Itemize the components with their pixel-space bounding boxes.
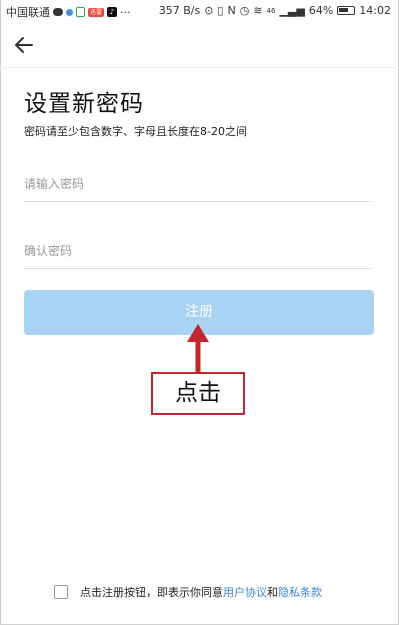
vibrate-icon: ▯ — [217, 4, 224, 17]
signal-icon: ▁▃▅ — [279, 4, 305, 17]
status-bar: 中国联通 迅雷 ♪ ··· 357 B/s ⊙ ▯ N ◷ ≋ 46 ▁▃▅ 6… — [0, 0, 399, 22]
clock: 14:02 — [359, 4, 391, 17]
annotation-arrow — [187, 324, 209, 372]
battery-icon — [337, 6, 356, 15]
battery-percent: 64% — [308, 4, 334, 17]
alarm-icon: ◷ — [239, 4, 250, 17]
signal-type: 46 — [266, 6, 276, 15]
password-field — [24, 166, 371, 202]
password-hint: 密码请至少包含数字、字母且长度在8-20之间 — [24, 125, 247, 138]
agreement-prefix: 点击注册按钮，即表示你同意 — [80, 586, 223, 599]
carrier-name: 中国联通 — [6, 6, 50, 19]
confirm-password-field — [24, 233, 371, 269]
more-icon: ··· — [120, 5, 131, 19]
agreement-row: 点击注册按钮，即表示你同意 用户协议 和 隐私条款 — [54, 584, 322, 600]
agreement-and: 和 — [267, 586, 278, 599]
app-badge-icon: 迅雷 — [88, 7, 105, 17]
network-speed: 357 B/s — [158, 4, 201, 17]
status-left: 中国联通 迅雷 ♪ ··· — [6, 4, 131, 20]
agree-checkbox[interactable] — [54, 585, 68, 599]
arrow-left-icon[interactable] — [12, 32, 38, 58]
notification-dot-icon — [66, 8, 73, 16]
confirm-password-input[interactable] — [24, 233, 371, 268]
wifi-icon: ≋ — [253, 4, 263, 17]
location-icon: ⊙ — [204, 4, 214, 17]
password-input[interactable] — [24, 166, 371, 201]
nav-divider — [0, 67, 399, 68]
tiktok-icon: ♪ — [107, 7, 118, 17]
page-title: 设置新密码 — [24, 91, 144, 117]
chat-icon — [53, 8, 63, 16]
annotation-label: 点击 — [151, 372, 245, 415]
bag-icon — [76, 7, 85, 17]
user-agreement-link[interactable]: 用户协议 — [223, 584, 267, 600]
nfc-icon: N — [227, 4, 236, 17]
status-right: 357 B/s ⊙ ▯ N ◷ ≋ 46 ▁▃▅ 64% 14:02 — [159, 4, 391, 17]
privacy-policy-link[interactable]: 隐私条款 — [278, 584, 322, 600]
